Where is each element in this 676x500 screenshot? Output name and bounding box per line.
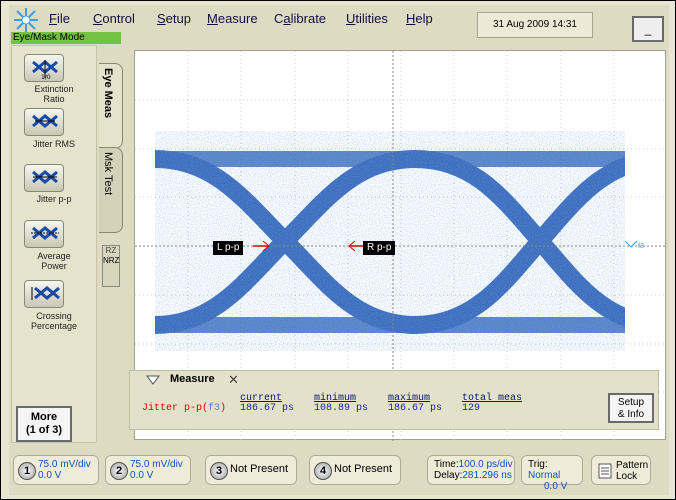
crossing-percentage-label: Crossing Percentage	[30, 311, 78, 331]
pattern-lock-icon	[598, 463, 612, 479]
menu-utilities[interactable]: Utilities	[346, 11, 388, 26]
menu-calibrate[interactable]: Calibrate	[274, 11, 326, 26]
jitter-pp-button[interactable]	[24, 164, 64, 192]
channel-2-button[interactable]: 2 75.0 mV/div 0.0 V	[105, 455, 191, 485]
extinction-ratio-label: Extinction Ratio	[34, 84, 74, 104]
channel-3-status: Not Present	[230, 463, 289, 475]
pattern-lock-label: Pattern Lock	[616, 460, 649, 482]
channel-1-button[interactable]: 1 75.0 mV/div 0.0 V	[13, 455, 99, 485]
jitter-rms-icon	[32, 114, 58, 128]
channel-3-button[interactable]: 3 Not Present	[205, 455, 297, 485]
jitter-pp-label: Jitter p-p	[36, 194, 72, 204]
trigger-button[interactable]: Trig: Normal 0.0 V	[521, 455, 583, 492]
value-current: 186.67 ps	[240, 403, 295, 414]
jitter-pp-icon	[32, 170, 58, 184]
channel-1-settings: 75.0 mV/div 0.0 V	[38, 459, 91, 481]
date-time-display: 31 Aug 2009 14:31	[477, 12, 593, 38]
scope-body: File Control Setup Measure Calibrate Uti…	[9, 5, 669, 495]
value-total-meas: 129	[462, 403, 481, 414]
menu-setup[interactable]: Setup	[157, 11, 191, 26]
menu-file[interactable]: File	[49, 11, 70, 26]
channel-2-settings: 75.0 mV/div 0.0 V	[130, 459, 183, 481]
svg-text:1/0: 1/0	[41, 74, 51, 80]
menu-bar: File Control Setup Measure Calibrate Uti…	[9, 5, 669, 45]
rz-nrz-toggle[interactable]: RZ NRZ	[102, 245, 120, 287]
menu-measure[interactable]: Measure	[207, 11, 258, 26]
channel-3-number: 3	[210, 462, 228, 480]
minimize-button[interactable]: _	[632, 16, 664, 42]
marker-label-left: L p-p	[213, 241, 244, 255]
jitter-rms-label: Jitter RMS	[32, 139, 75, 149]
collapse-triangle-icon[interactable]	[146, 375, 160, 385]
jitter-rms-button[interactable]	[24, 108, 64, 136]
tab-eye-meas[interactable]: Eye Meas	[99, 63, 123, 149]
more-button[interactable]: More (1 of 3)	[16, 406, 72, 442]
measure-title: Measure	[170, 373, 215, 385]
menu-control[interactable]: Control	[93, 11, 135, 26]
channel-4-status: Not Present	[334, 463, 393, 475]
value-minimum: 108.89 ps	[314, 403, 369, 414]
average-power-label: Average Power	[37, 251, 71, 271]
pattern-lock-button[interactable]: Pattern Lock	[591, 455, 651, 485]
extinction-ratio-icon: 1/0	[32, 60, 58, 80]
channel-2-number: 2	[110, 462, 128, 480]
setup-info-button[interactable]: Setup & Info	[608, 393, 654, 423]
crossing-percentage-icon	[31, 286, 60, 300]
sparkle-logo-icon	[14, 8, 38, 32]
value-maximum: 186.67 ps	[388, 403, 443, 414]
channel-4-button[interactable]: 4 Not Present	[309, 455, 401, 485]
extinction-ratio-button[interactable]: 1/0	[24, 54, 64, 82]
mode-label: Eye/Mask Mode	[11, 32, 121, 44]
measurement-name[interactable]: Jitter p-p(f3)	[142, 403, 226, 414]
close-icon[interactable]: ✕	[228, 372, 239, 388]
channel-4-number: 4	[314, 462, 332, 480]
bottom-status-bar: 1 75.0 mV/div 0.0 V 2 75.0 mV/div 0.0 V 3 …	[9, 447, 669, 493]
crossing-percentage-button[interactable]	[24, 280, 64, 308]
channel-1-number: 1	[18, 462, 36, 480]
average-power-icon	[31, 226, 59, 240]
menu-help[interactable]: Help	[406, 11, 433, 26]
tab-msk-test[interactable]: Msk Test	[99, 147, 123, 233]
scope-window: File Control Setup Measure Calibrate Uti…	[0, 0, 676, 500]
eye-measurement-panel: 1/0 Extinction Ratio Jitter RMS Jitter p-…	[11, 45, 97, 443]
channel-marker-label: f3	[638, 243, 644, 250]
average-power-button[interactable]	[24, 220, 64, 248]
marker-label-right: R p-p	[363, 241, 396, 255]
timebase-button[interactable]: Time:100.0 ps/div Delay:281.296 ns	[427, 455, 515, 485]
measure-panel: Measure ✕ current minimum maximum total …	[129, 370, 659, 430]
